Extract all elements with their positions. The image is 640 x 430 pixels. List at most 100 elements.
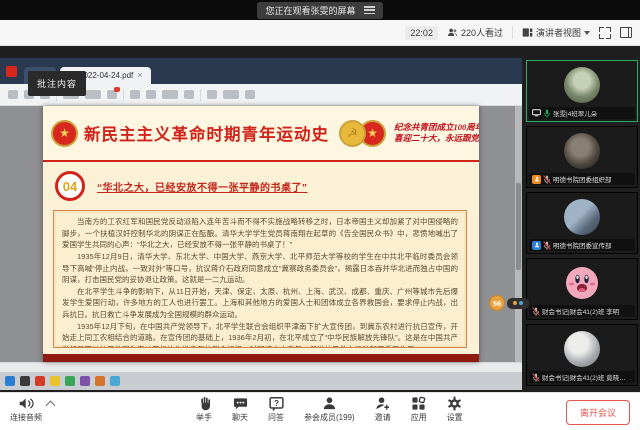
mic-muted-icon <box>532 373 540 382</box>
fullscreen-icon[interactable] <box>599 27 611 39</box>
participant-name: 张雯|4班翠儿朵 <box>553 108 597 118</box>
settings-button[interactable]: 设置 <box>447 396 463 423</box>
taskbar-icon <box>50 376 60 386</box>
avatar <box>564 331 600 367</box>
svg-text:?: ? <box>274 399 279 408</box>
taskbar-icon <box>65 376 75 386</box>
slide-slogan: 纪念共青团成立100周年 喜迎二十大，永远跟党走 <box>394 122 479 145</box>
speaker-icon <box>18 396 35 411</box>
toolbar-icon <box>207 90 217 99</box>
participant-tile[interactable]: 财会书记|财会41(2)班 李明 <box>526 258 638 320</box>
host-badge-icon <box>532 175 541 184</box>
slide-footer-bar <box>43 354 479 362</box>
section-number: 04 <box>55 171 85 201</box>
windows-taskbar <box>0 372 522 390</box>
participants-button[interactable]: 参会成员(199) <box>304 396 355 423</box>
connect-audio-label: 连接音频 <box>10 412 42 423</box>
apps-grid-icon <box>411 396 426 411</box>
view-mode-label: 演讲者视图 <box>536 26 581 39</box>
participant-name-bar: 明德书院团委组织部 <box>529 173 635 185</box>
tab-label: 2022-04-24.pdf <box>79 71 133 80</box>
meeting-time: 22:02 <box>405 26 438 40</box>
avatar <box>564 199 600 235</box>
taskbar-icon <box>35 376 45 386</box>
mic-muted-icon <box>532 307 540 316</box>
audio-options-caret[interactable] <box>46 401 56 411</box>
slogan-line-2: 喜迎二十大，永远跟党走 <box>394 133 479 144</box>
taskbar-icon <box>110 376 120 386</box>
participant-tile[interactable]: 财会书记|财会41(2)班 竟晓… <box>526 324 638 386</box>
toolbar-icon <box>130 90 140 99</box>
view-mode-selector[interactable]: 演讲者视图 <box>522 26 590 39</box>
raise-hand-icon <box>197 396 212 411</box>
presentation-slide: ★ 新民主主义革命时期青年运动史 ☭ ★ 纪念共青团成立100周年 喜迎二十大，… <box>43 106 479 362</box>
viewers-count[interactable]: 220人看过 <box>447 26 503 39</box>
pdf-canvas: ★ 新民主主义革命时期青年运动史 ☭ ★ 纪念共青团成立100周年 喜迎二十大，… <box>0 106 522 362</box>
banner-menu-icon[interactable] <box>364 6 375 14</box>
toolbar-icon <box>184 90 194 99</box>
qa-button[interactable]: ? 问答 <box>268 396 284 423</box>
close-icon: × <box>137 71 142 80</box>
participant-name: 明德书院团委组织部 <box>553 174 612 184</box>
participant-name: 财会书记|财会41(2)班 竟晓… <box>542 372 626 382</box>
side-panel-toggle-icon[interactable] <box>620 27 632 38</box>
shared-screen: 首页 2022-04-24.pdf × <box>0 58 522 390</box>
toolbar-icon <box>146 90 156 99</box>
meeting-window: 您正在观看张雯的屏幕 22:02 220人看过 演讲者视图 首页 <box>0 0 640 430</box>
floating-badge: 56 <box>489 295 529 311</box>
invite-button[interactable]: 邀请 <box>375 396 391 423</box>
chat-label: 聊天 <box>232 412 248 423</box>
toolbar-center-items: 举手 聊天 ? 问答 <box>196 396 463 423</box>
participant-name-bar: 财会书记|财会41(2)班 竟晓… <box>529 371 635 383</box>
apps-label: 应用 <box>411 412 427 423</box>
section-title: “华北之大，已经安放不得一张平静的书桌了” <box>97 179 308 194</box>
participants-label: 参会成员(199) <box>304 412 355 423</box>
divider <box>123 89 124 101</box>
mic-muted-icon <box>543 175 551 184</box>
participant-name-bar: 张雯|4班翠儿朵 <box>529 107 635 119</box>
chat-button[interactable]: 聊天 <box>232 396 248 423</box>
video-stage: 首页 2022-04-24.pdf × <box>0 46 640 392</box>
youth-league-emblem-icon: ★ <box>51 120 78 147</box>
participant-name: 财会书记|财会41(2)班 李明 <box>542 306 619 316</box>
pdf-scrollbar <box>515 106 522 362</box>
slogan-line-1: 纪念共青团成立100周年 <box>394 122 479 133</box>
apps-button[interactable]: 应用 <box>411 396 427 423</box>
paragraph: 在北平学生斗争的影响下，从11日开始，天津、保定、太原、杭州、上海、武汉、成都、… <box>62 286 458 321</box>
participant-tile[interactable]: 明德书院团委组织部 <box>526 126 638 188</box>
watching-banner-text: 您正在观看张雯的屏幕 <box>265 4 355 17</box>
paragraph: 当南方的工农红军和国民党反动派陷入连年苦斗而不得不实施战略转移之时，日本帝国主义… <box>62 216 458 251</box>
divider <box>200 89 201 101</box>
participant-tile[interactable]: 明德书院团委宣传部 <box>526 192 638 254</box>
meeting-toolbar: 连接音频 举手 聊天 <box>0 392 640 430</box>
avatar <box>564 67 600 103</box>
wps-logo-icon <box>6 66 17 77</box>
taskbar-icon <box>80 376 90 386</box>
screen-share-icon <box>532 109 541 117</box>
toolbar-icon <box>107 90 117 99</box>
toolbar-icon <box>162 90 178 99</box>
participant-name-bar: 财会书记|财会41(2)班 李明 <box>529 305 635 317</box>
chevron-down-icon <box>584 31 590 35</box>
pdf-statusbar <box>0 362 522 372</box>
shared-screen-tooltip: 批注内容 <box>28 71 86 96</box>
leave-meeting-button[interactable]: 离开会议 <box>566 400 630 425</box>
participant-name-bar: 明德书院团委宣传部 <box>529 239 635 251</box>
taskbar-icon <box>20 376 30 386</box>
mic-on-icon <box>543 109 551 118</box>
chat-icon <box>233 396 248 411</box>
toolbar-icon <box>223 90 239 99</box>
toolbar-icon <box>8 90 18 99</box>
settings-label: 设置 <box>447 412 463 423</box>
raise-hand-button[interactable]: 举手 <box>196 396 212 423</box>
audio-group: 连接音频 <box>10 396 54 423</box>
avatar <box>564 133 600 169</box>
toolbar-icon <box>85 90 101 99</box>
divider <box>512 26 513 39</box>
connect-audio-button[interactable]: 连接音频 <box>10 396 42 423</box>
participant-tile[interactable]: 张雯|4班翠儿朵 <box>526 60 638 122</box>
slide-header: ★ 新民主主义革命时期青年运动史 ☭ ★ 纪念共青团成立100周年 喜迎二十大，… <box>43 106 479 162</box>
badge-pill <box>507 298 529 309</box>
badge-count: 56 <box>489 295 505 311</box>
layout-icon <box>522 27 533 38</box>
